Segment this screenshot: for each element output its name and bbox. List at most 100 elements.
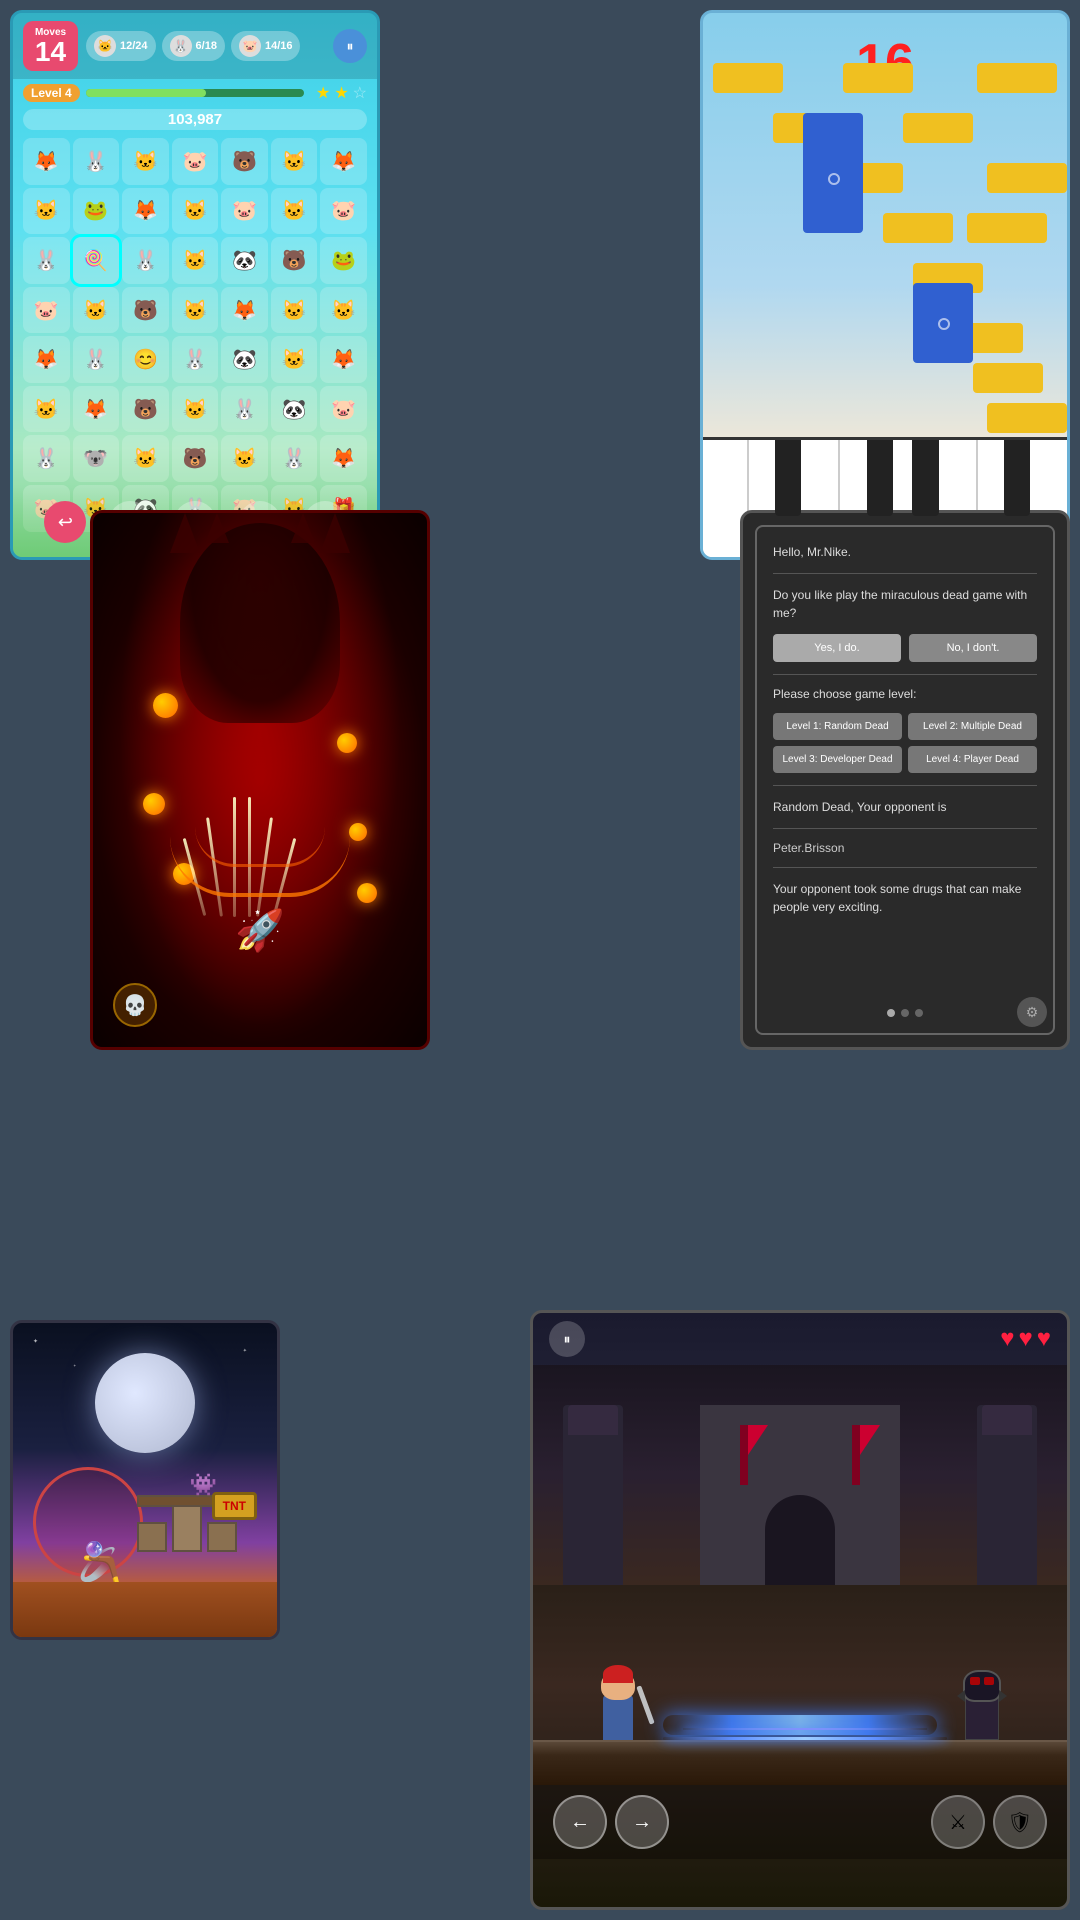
orb-3 bbox=[143, 793, 165, 815]
cell[interactable]: 🐱 bbox=[122, 138, 169, 185]
cell[interactable]: 🐻 bbox=[122, 386, 169, 433]
level-btn-3[interactable]: Level 3: Developer Dead bbox=[773, 746, 902, 773]
villain-head bbox=[963, 1670, 1001, 1702]
level-btn-2[interactable]: Level 2: Multiple Dead bbox=[908, 713, 1037, 740]
cell[interactable]: 🐷 bbox=[320, 386, 367, 433]
tile-gold-7[interactable] bbox=[987, 163, 1067, 193]
piano-key-black-1[interactable] bbox=[775, 440, 801, 516]
cell[interactable]: 🐼 bbox=[271, 386, 318, 433]
cell-highlighted[interactable]: 🍭 bbox=[73, 237, 120, 284]
cell[interactable]: 🐱 bbox=[172, 386, 219, 433]
dot-1 bbox=[887, 1009, 895, 1017]
piano-key-black-3[interactable] bbox=[912, 440, 938, 516]
cell[interactable]: 🐷 bbox=[221, 188, 268, 235]
cell[interactable]: 🦊 bbox=[73, 386, 120, 433]
sword-button[interactable]: ⚔ bbox=[931, 1795, 985, 1849]
cat-icon: 🐱 bbox=[94, 35, 116, 57]
cell[interactable]: 🐸 bbox=[73, 188, 120, 235]
cell[interactable]: 🦊 bbox=[320, 138, 367, 185]
settings-icon[interactable]: ⚙ bbox=[1017, 997, 1047, 1027]
hero-head bbox=[601, 1670, 635, 1700]
cell[interactable]: 🐱 bbox=[271, 336, 318, 383]
tile-gold-12[interactable] bbox=[973, 363, 1043, 393]
cell[interactable]: 🐰 bbox=[122, 237, 169, 284]
cell[interactable]: 🐻 bbox=[221, 138, 268, 185]
spike-2 bbox=[205, 513, 229, 543]
cell[interactable]: 🐸 bbox=[320, 237, 367, 284]
cell[interactable]: 🐱 bbox=[172, 287, 219, 334]
structures-area: TNT 👾 bbox=[117, 1502, 277, 1582]
back-button[interactable]: ↩ bbox=[44, 501, 86, 543]
pause-button[interactable]: ⏸ bbox=[333, 29, 367, 63]
dialog-container: Hello, Mr.Nike. Do you like play the mir… bbox=[755, 525, 1055, 1035]
cell[interactable]: 🐰 bbox=[221, 386, 268, 433]
orb-2 bbox=[337, 733, 357, 753]
orb-1 bbox=[153, 693, 178, 718]
tile-gold-8[interactable] bbox=[883, 213, 953, 243]
no-button[interactable]: No, I don't. bbox=[909, 634, 1037, 662]
match3-grid[interactable]: 🦊 🐰 🐱 🐷 🐻 🐱 🦊 🐱 🐸 🦊 🐱 🐷 🐱 🐷 🐰 🍭 🐰 🐱 🐼 🐻 … bbox=[17, 132, 373, 538]
cell[interactable]: 🐷 bbox=[320, 188, 367, 235]
cell[interactable]: 🐷 bbox=[172, 138, 219, 185]
cell[interactable]: 🐨 bbox=[73, 435, 120, 482]
cell[interactable]: 🐱 bbox=[172, 188, 219, 235]
cell[interactable]: 🐷 bbox=[23, 287, 70, 334]
dot-3 bbox=[915, 1009, 923, 1017]
cell[interactable]: 🦊 bbox=[23, 336, 70, 383]
cell[interactable]: 🦊 bbox=[122, 188, 169, 235]
cell[interactable]: 🐼 bbox=[221, 237, 268, 284]
move-back-button[interactable]: ← bbox=[553, 1795, 607, 1849]
shield-action-button[interactable]: 🛡 bbox=[993, 1795, 1047, 1849]
cell[interactable]: 🐱 bbox=[320, 287, 367, 334]
cell[interactable]: 🐰 bbox=[271, 435, 318, 482]
tile-gold-9[interactable] bbox=[967, 213, 1047, 243]
tile-gold-2[interactable] bbox=[843, 63, 913, 93]
cell[interactable]: 🐱 bbox=[23, 188, 70, 235]
yes-button[interactable]: Yes, I do. bbox=[773, 634, 901, 662]
cell[interactable]: 🐱 bbox=[73, 287, 120, 334]
piano-key-black-4[interactable] bbox=[1004, 440, 1030, 516]
tile-gold-3[interactable] bbox=[977, 63, 1057, 93]
hero-weapon bbox=[636, 1685, 654, 1724]
cell[interactable]: 🦊 bbox=[221, 287, 268, 334]
cell[interactable]: 🦊 bbox=[23, 138, 70, 185]
action-pause-button[interactable]: ⏸ bbox=[549, 1321, 585, 1357]
cell[interactable]: 🐱 bbox=[271, 138, 318, 185]
tile-gold-13[interactable] bbox=[987, 403, 1067, 433]
cell[interactable]: 🐱 bbox=[172, 237, 219, 284]
moon bbox=[95, 1353, 195, 1453]
tile-dot-1 bbox=[828, 173, 840, 185]
cell[interactable]: 🐼 bbox=[221, 336, 268, 383]
cell[interactable]: 😊 bbox=[122, 336, 169, 383]
piano-key-black-2[interactable] bbox=[867, 440, 893, 516]
tile-gold-5[interactable] bbox=[903, 113, 973, 143]
skill-button[interactable]: 💀 bbox=[113, 983, 157, 1027]
cell[interactable]: 🐰 bbox=[73, 336, 120, 383]
cell[interactable]: 🐱 bbox=[271, 188, 318, 235]
hero-body bbox=[603, 1695, 633, 1740]
cell[interactable]: 🐰 bbox=[172, 336, 219, 383]
cell[interactable]: 🐱 bbox=[122, 435, 169, 482]
cell[interactable]: 🐻 bbox=[172, 435, 219, 482]
divider-3 bbox=[773, 785, 1037, 786]
level-btn-1[interactable]: Level 1: Random Dead bbox=[773, 713, 902, 740]
orb-4 bbox=[349, 823, 367, 841]
cell[interactable]: 🐱 bbox=[23, 386, 70, 433]
cell[interactable]: 🦊 bbox=[320, 336, 367, 383]
move-forward-button[interactable]: → bbox=[615, 1795, 669, 1849]
cell[interactable]: 🐱 bbox=[271, 287, 318, 334]
tile-gold-1[interactable] bbox=[713, 63, 783, 93]
level-btn-4[interactable]: Level 4: Player Dead bbox=[908, 746, 1037, 773]
cell[interactable]: 🐻 bbox=[271, 237, 318, 284]
cell[interactable]: 🐻 bbox=[122, 287, 169, 334]
cell[interactable]: 🦊 bbox=[320, 435, 367, 482]
cell[interactable]: 🐰 bbox=[73, 138, 120, 185]
falling-tiles-area[interactable] bbox=[703, 43, 1067, 437]
cell[interactable]: 🐱 bbox=[221, 435, 268, 482]
cell[interactable]: 🐰 bbox=[23, 435, 70, 482]
match3-header: Moves 14 🐱 12/24 🐰 6/18 🐷 14/16 ⏸ bbox=[13, 13, 377, 79]
castle-background bbox=[533, 1365, 1067, 1585]
counter-group: 🐱 12/24 🐰 6/18 🐷 14/16 bbox=[86, 31, 325, 61]
game-panel-match3: Moves 14 🐱 12/24 🐰 6/18 🐷 14/16 ⏸ Level … bbox=[10, 10, 380, 560]
cell[interactable]: 🐰 bbox=[23, 237, 70, 284]
